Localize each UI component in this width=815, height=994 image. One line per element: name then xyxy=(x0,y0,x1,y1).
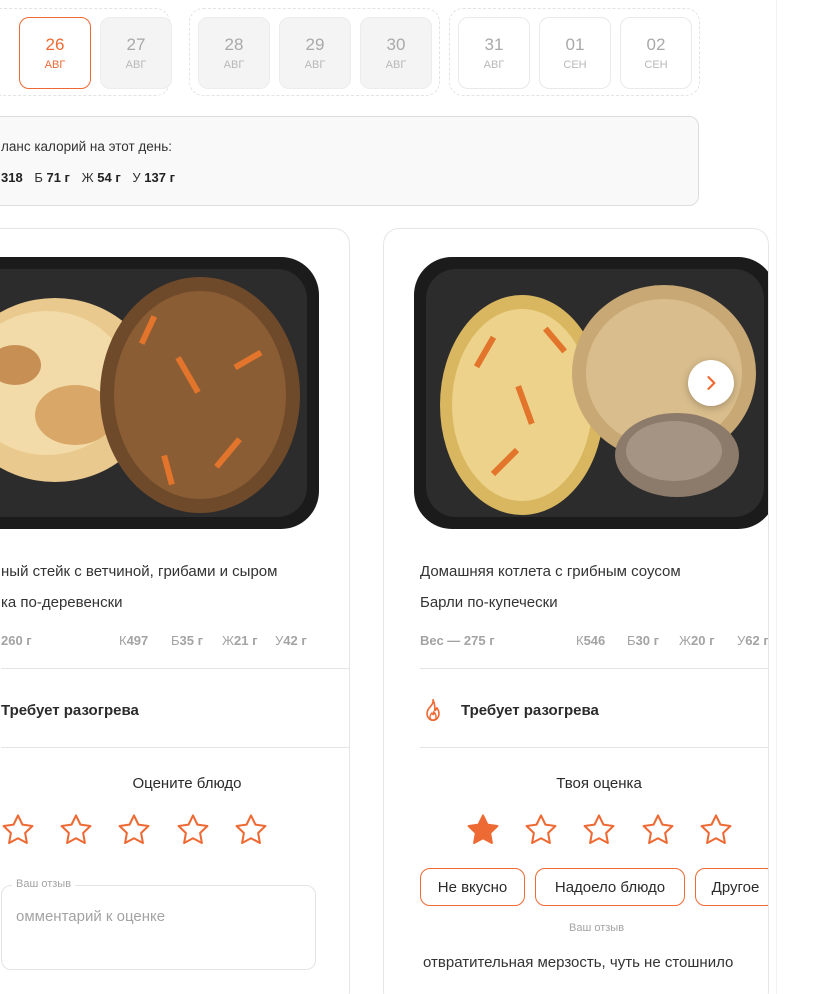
weight-value: 260 г xyxy=(1,633,32,648)
fat-label: Ж xyxy=(679,633,692,648)
page-right-gutter xyxy=(776,0,815,994)
carb-value: 42 г xyxy=(283,633,307,648)
fat-value: 20 г xyxy=(691,633,715,648)
star-icon[interactable] xyxy=(57,811,95,849)
kcal-value: 318 xyxy=(1,170,23,185)
date-chip-26[interactable]: 26 АВГ xyxy=(19,17,91,89)
dish-side-name: ка по-деревенски xyxy=(1,594,123,611)
star-icon[interactable] xyxy=(639,811,677,849)
date-group-week-2: 28 АВГ 29 АВГ 30 АВГ xyxy=(189,8,440,96)
divider xyxy=(420,668,768,669)
kcal-value: 546 xyxy=(583,633,606,648)
date-chip-01[interactable]: 01 СЕН xyxy=(539,17,611,89)
date-month: СЕН xyxy=(563,59,587,71)
divider xyxy=(420,747,768,748)
protein-label: Б xyxy=(34,170,43,185)
star-icon[interactable] xyxy=(232,811,270,849)
feedback-text: отвратительная мерзость, чуть не стошнил… xyxy=(423,954,734,971)
calorie-balance-panel: ланс калорий на этот день: 318 Б 71 г Ж … xyxy=(0,116,699,206)
fat-value: 21 г xyxy=(234,633,258,648)
star-icon[interactable] xyxy=(174,811,212,849)
date-day: 31 xyxy=(484,35,504,54)
date-day: 28 xyxy=(224,35,244,54)
carb-value: 62 г xyxy=(745,633,769,648)
star-icon[interactable] xyxy=(580,811,618,849)
date-chip-31[interactable]: 31 АВГ xyxy=(458,17,530,89)
date-month: АВГ xyxy=(385,59,407,71)
comment-field[interactable]: Ваш отзыв омментарий к оценке xyxy=(1,878,316,970)
nutrition-row: Вес — 275 г К546 Б30 г Ж20 г У62 г xyxy=(420,633,769,651)
fat-label: Ж xyxy=(222,633,235,648)
protein-label: Б xyxy=(627,633,636,648)
heating-notice: Требует разогрева xyxy=(420,696,599,724)
carb-value: 137 г xyxy=(144,170,175,185)
calorie-balance-title: ланс калорий на этот день: xyxy=(1,139,173,154)
dish-main-name: Домашняя котлета с грибным соусом xyxy=(420,563,681,580)
date-chip-28[interactable]: 28 АВГ xyxy=(198,17,270,89)
kcal-label: К xyxy=(119,633,127,648)
chip-not-tasty[interactable]: Не вкусно xyxy=(420,868,525,906)
date-month: АВГ xyxy=(304,59,326,71)
comment-label: Ваш отзыв xyxy=(12,878,76,890)
divider xyxy=(1,747,349,748)
star-icon[interactable] xyxy=(115,811,153,849)
dish-side-name: Барли по-купечески xyxy=(420,594,558,611)
chip-other[interactable]: Другое xyxy=(695,868,768,906)
rating-title: Твоя оценка xyxy=(556,775,642,792)
date-chip-29[interactable]: 29 АВГ xyxy=(279,17,351,89)
date-month: СЕН xyxy=(644,59,668,71)
star-icon[interactable] xyxy=(522,811,560,849)
kcal-label: К xyxy=(576,633,584,648)
date-day: 27 xyxy=(126,35,146,54)
heating-text: Требует разогрева xyxy=(461,701,599,719)
star-icon[interactable] xyxy=(464,811,502,849)
date-month: АВГ xyxy=(223,59,245,71)
kcal-value: 497 xyxy=(126,633,149,648)
date-month: АВГ xyxy=(44,59,66,71)
fat-value: 54 г xyxy=(97,170,121,185)
protein-label: Б xyxy=(171,633,180,648)
date-day: 26 xyxy=(45,35,65,54)
meal-photo-steak xyxy=(0,255,321,531)
meal-card-steak: ный стейк с ветчиной, грибами и сыром ка… xyxy=(0,228,350,994)
rating-title: Оцените блюдо xyxy=(132,775,242,792)
divider xyxy=(1,668,349,669)
date-chip-30[interactable]: 30 АВГ xyxy=(360,17,432,89)
chip-bored-of-dish[interactable]: Надоело блюдо xyxy=(535,868,685,906)
date-day: 30 xyxy=(386,35,406,54)
meal-card-cutlet: Домашняя котлета с грибным соусом Барли … xyxy=(383,228,769,994)
date-day: 01 xyxy=(565,35,585,54)
date-month: АВГ xyxy=(125,59,147,71)
feedback-label: Ваш отзыв xyxy=(569,922,625,934)
date-day: 02 xyxy=(646,35,666,54)
star-icon[interactable] xyxy=(0,811,37,849)
dish-main-name: ный стейк с ветчиной, грибами и сыром xyxy=(1,563,278,580)
weight-value: Вес — 275 г xyxy=(420,633,495,648)
fat-label: Ж xyxy=(81,170,94,185)
heating-notice: Требует разогрева xyxy=(1,696,139,724)
date-group-week-3: 31 АВГ 01 СЕН 02 СЕН xyxy=(449,8,700,96)
calorie-balance-macros: 318 Б 71 г Ж 54 г У 137 г xyxy=(1,170,183,185)
meal-photo-image xyxy=(0,257,319,529)
next-photo-button[interactable] xyxy=(688,360,734,406)
date-day: 29 xyxy=(305,35,325,54)
protein-value: 71 г xyxy=(46,170,70,185)
nutrition-row: 260 г К497 Б35 г Ж21 г У42 г xyxy=(1,633,349,651)
comment-placeholder: омментарий к оценке xyxy=(16,908,166,925)
date-chip-27[interactable]: 27 АВГ xyxy=(100,17,172,89)
heating-text: Требует разогрева xyxy=(1,701,139,719)
star-icon[interactable] xyxy=(697,811,735,849)
flame-icon xyxy=(426,698,440,722)
date-chip-02[interactable]: 02 СЕН xyxy=(620,17,692,89)
chevron-right-icon xyxy=(707,376,716,390)
date-month: АВГ xyxy=(483,59,505,71)
date-group-week-1: 26 АВГ 27 АВГ xyxy=(0,8,172,96)
protein-value: 30 г xyxy=(635,633,660,648)
protein-value: 35 г xyxy=(179,633,204,648)
carb-label: У xyxy=(132,170,141,185)
